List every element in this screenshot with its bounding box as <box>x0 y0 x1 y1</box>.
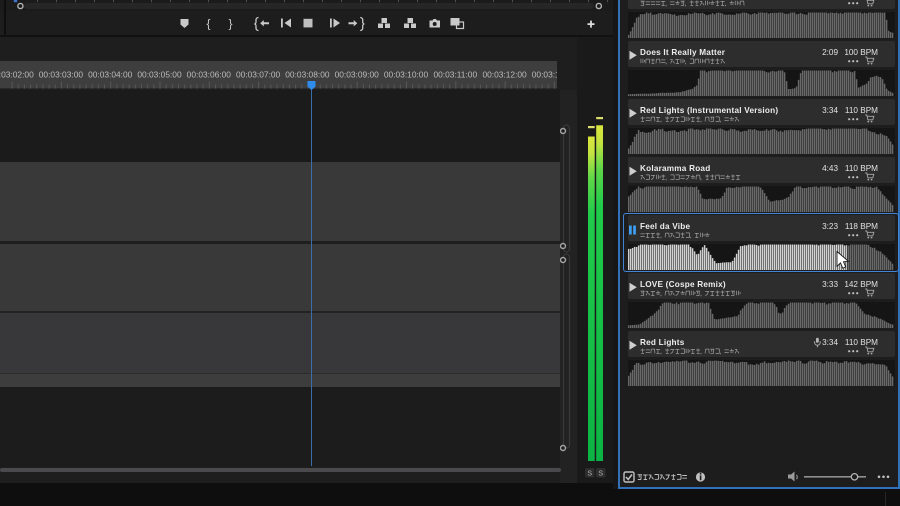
svg-text:00:03:04:00: 00:03:04:00 <box>88 70 133 80</box>
svg-text:S: S <box>598 471 603 478</box>
svg-text:00:03:11:00: 00:03:11:00 <box>433 70 477 80</box>
svg-text:00:03:07:00: 00:03:07:00 <box>236 70 281 80</box>
svg-text:00:03:03:00: 00:03:03:00 <box>39 70 84 80</box>
svg-text:00:03:02:00: 00:03:02:00 <box>0 70 34 80</box>
svg-text:S: S <box>587 471 592 478</box>
svg-text:00:03:06:00: 00:03:06:00 <box>187 70 232 80</box>
svg-text:00:03:05:00: 00:03:05:00 <box>137 70 182 80</box>
svg-text:00:03:10:00: 00:03:10:00 <box>384 70 429 80</box>
svg-text:00:03:08:00: 00:03:08:00 <box>285 70 330 80</box>
svg-text:00:03:12:00: 00:03:12:00 <box>482 70 527 80</box>
svg-text:00:03:09:00: 00:03:09:00 <box>335 70 380 80</box>
svg-text:00:03:13:00: 00:03:13:00 <box>532 70 557 80</box>
